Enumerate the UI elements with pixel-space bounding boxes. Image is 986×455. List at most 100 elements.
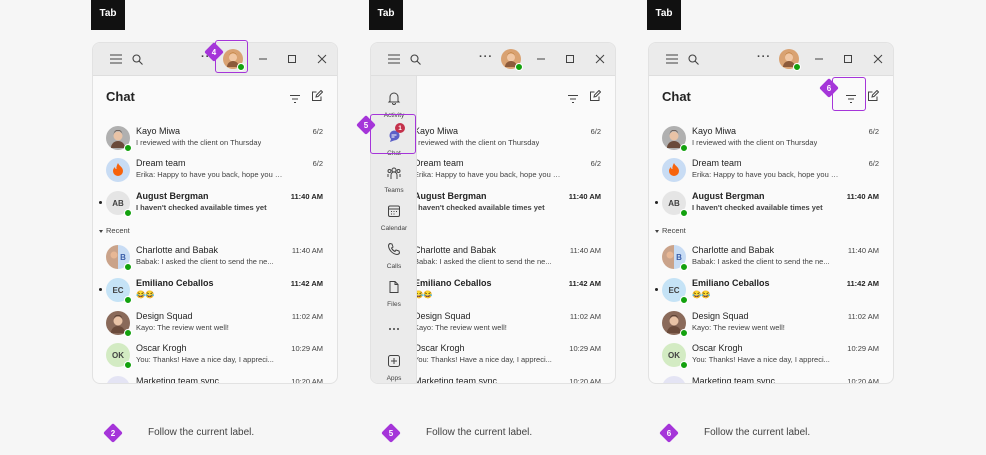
- avatar: [106, 376, 130, 383]
- chat-preview: 😂😂: [136, 290, 155, 299]
- caption-marker-3: 6: [659, 423, 679, 443]
- avatar: EC: [106, 278, 132, 304]
- presence-available-icon: [124, 361, 132, 369]
- app-bar-item-activity[interactable]: Activity: [371, 83, 417, 119]
- chat-time: 11:42 AM: [290, 279, 323, 288]
- chat-list-item[interactable]: OK Oscar Krogh You: Thanks! Have a nice da…: [93, 339, 337, 372]
- chat-preview: You: Thanks! Have a nice day, I appreci.…: [692, 355, 830, 364]
- chat-name: August Bergman: [136, 191, 209, 201]
- chat-name: Marketing team sync: [136, 376, 220, 384]
- chat-preview: Kayo: The review went well!: [692, 323, 785, 332]
- svg-text:B: B: [120, 253, 126, 262]
- chat-list-item[interactable]: EC Emiliano Ceballos 😂😂 11:42 AM: [93, 274, 337, 307]
- presence-available-icon: [680, 296, 688, 304]
- calendar-icon: [387, 200, 401, 223]
- chat-list-item[interactable]: Dream team Erika: Happy to have you back,…: [93, 154, 337, 187]
- chat-list-item[interactable]: B Charlotte and Babak Babak: I asked the c…: [93, 241, 337, 274]
- chat-time: 11:42 AM: [568, 279, 601, 288]
- chat-list-item[interactable]: Design Squad Kayo: The review went well! 1…: [93, 307, 337, 340]
- chat-name: Oscar Krogh: [136, 343, 187, 353]
- chat-list-item[interactable]: EC Emiliano Ceballos 😂😂 11:42 AM: [649, 274, 893, 307]
- app-bar-item-teams[interactable]: Teams: [371, 158, 417, 194]
- unread-dot: [99, 201, 102, 204]
- phone-icon: [387, 238, 401, 261]
- chat-preview: Erika: Happy to have you back, hope you …: [136, 170, 286, 179]
- chat-list-item[interactable]: B Charlotte and Babak Babak: I asked the c…: [649, 241, 893, 274]
- caption-2: Follow the current label.: [426, 427, 533, 438]
- chat-list-item[interactable]: Marketing team sync 10:20 AM: [93, 372, 337, 384]
- chat-name: Emiliano Ceballos: [692, 278, 770, 288]
- chat-name: Dream team: [136, 158, 186, 168]
- recent-label: Recent: [106, 226, 130, 235]
- chat-time: 11:40 AM: [291, 246, 323, 255]
- chat-name: Design Squad: [136, 311, 193, 321]
- presence-available-icon: [124, 329, 132, 337]
- chat-name: Kayo Miwa: [692, 126, 737, 136]
- chat-preview: Babak: I asked the client to send the ne…: [136, 257, 274, 266]
- avatar: AB: [106, 191, 132, 217]
- chat-preview: Erika: Happy to have you back, hope you …: [692, 170, 842, 179]
- chat-list-item[interactable]: AB August Bergman I haven't checked availa…: [649, 187, 893, 220]
- avatar: OK: [662, 343, 688, 369]
- chat-name: August Bergman: [414, 191, 487, 201]
- chat-preview: I reviewed with the client on Thursday: [136, 138, 262, 147]
- chat-list-item[interactable]: Dream team Erika: Happy to have you back,…: [649, 154, 893, 187]
- chat-preview: Kayo: The review went well!: [414, 323, 507, 332]
- app-bar-label: Calendar: [380, 225, 408, 232]
- chat-time: 11:02 AM: [569, 312, 601, 321]
- file-icon: [387, 276, 401, 299]
- unread-dot: [655, 201, 658, 204]
- presence-available-icon: [124, 209, 132, 217]
- chat-preview: Erika: Happy to have you back, hope you …: [414, 170, 564, 179]
- recent-section-header[interactable]: Recent: [99, 226, 130, 235]
- avatar: B: [106, 245, 132, 271]
- chat-time: 11:40 AM: [290, 192, 323, 201]
- chat-list-item[interactable]: Kayo Miwa I reviewed with the client on T…: [93, 122, 337, 155]
- avatar: EC: [662, 278, 688, 304]
- recent-section-header[interactable]: Recent: [655, 226, 686, 235]
- teams-window-2: ··· Kayo Miwa I reviewed with the client o…: [370, 42, 616, 384]
- unread-dot: [655, 288, 658, 291]
- app-bar-item-apps[interactable]: Apps: [371, 346, 417, 382]
- chat-list-item[interactable]: AB August Bergman I haven't checked availa…: [93, 187, 337, 220]
- tab-key-2: Tab: [369, 0, 403, 30]
- chat-name: Dream team: [692, 158, 742, 168]
- app-bar-label: Files: [387, 301, 401, 308]
- presence-available-icon: [680, 144, 688, 152]
- chat-time: 11:42 AM: [846, 279, 879, 288]
- chat-time: 11:40 AM: [846, 192, 879, 201]
- chat-list-item[interactable]: Kayo Miwa I reviewed with the client on T…: [649, 122, 893, 155]
- avatar: [106, 126, 132, 152]
- apps-icon: [387, 350, 401, 373]
- chat-preview: Babak: I asked the client to send the ne…: [692, 257, 830, 266]
- chat-list-item[interactable]: Marketing team sync 10:20 AM: [649, 372, 893, 383]
- chat-time: 10:29 AM: [569, 344, 601, 353]
- avatar: [662, 158, 686, 182]
- more-icon: [387, 318, 401, 341]
- step-marker-6: 6: [819, 78, 839, 98]
- chat-list-item[interactable]: Design Squad Kayo: The review went well! 1…: [649, 307, 893, 340]
- avatar: [106, 311, 132, 337]
- teams-window-1: ··· Chat Kayo Miwa I reviewed with the clie…: [92, 42, 338, 384]
- caption-1: Follow the current label.: [148, 427, 255, 438]
- chat-time: 11:40 AM: [568, 192, 601, 201]
- app-bar-item-more[interactable]: [371, 314, 417, 348]
- chat-time: 11:40 AM: [847, 246, 879, 255]
- chat-name: August Bergman: [692, 191, 765, 201]
- presence-available-icon: [680, 263, 688, 271]
- chat-time: 10:29 AM: [847, 344, 879, 353]
- chat-list-item[interactable]: OK Oscar Krogh You: Thanks! Have a nice da…: [649, 339, 893, 372]
- app-bar-item-files[interactable]: Files: [371, 272, 417, 308]
- app-bar-item-calls[interactable]: Calls: [371, 234, 417, 270]
- chat-name: Kayo Miwa: [414, 126, 459, 136]
- chat-time: 6/2: [312, 159, 323, 168]
- presence-available-icon: [680, 329, 688, 337]
- avatar: AB: [662, 191, 688, 217]
- chat-name: Emiliano Ceballos: [414, 278, 492, 288]
- app-bar-item-calendar[interactable]: Calendar: [371, 196, 417, 232]
- bell-icon: [387, 87, 401, 110]
- chat-name: Oscar Krogh: [692, 343, 743, 353]
- chat-time: 11:40 AM: [569, 246, 601, 255]
- chat-name: Emiliano Ceballos: [136, 278, 214, 288]
- chat-time: 6/2: [312, 127, 323, 136]
